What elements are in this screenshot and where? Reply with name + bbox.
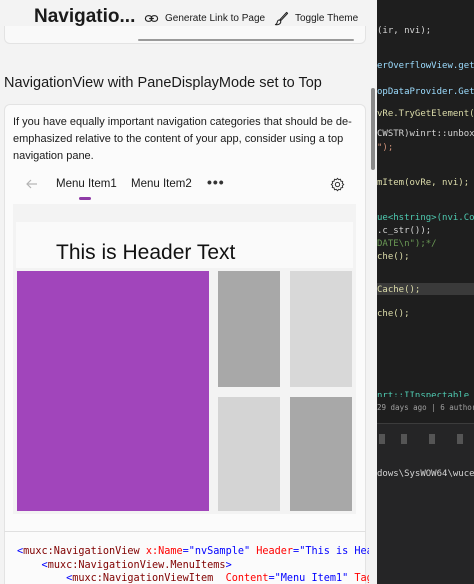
nav-menu-item-2[interactable]: Menu Item2	[131, 178, 192, 190]
code-divider	[4, 531, 366, 532]
nav-menu-item-1[interactable]: Menu Item1	[56, 178, 117, 190]
xaml-code-sample: <muxc:NavigationView x:Name="nvSample" H…	[17, 545, 377, 584]
editor-line: ue<hstring>(nvi.Con	[377, 213, 474, 223]
purple-content-block	[17, 271, 209, 511]
generate-link-label: Generate Link to Page	[165, 12, 266, 24]
toggle-theme-label: Toggle Theme	[295, 12, 359, 24]
gray-content-block-2	[290, 271, 352, 387]
panel-tab-mark	[457, 434, 463, 444]
code-line-1: <muxc:NavigationView x:Name="nvSample" H…	[17, 546, 377, 557]
editor-line: opDataProvider.GetI	[377, 87, 474, 97]
editor-line: CWSTR)winrt::unbox_	[377, 129, 474, 139]
settings-gear-icon[interactable]	[330, 177, 345, 192]
editor-line: che();	[377, 309, 410, 319]
editor-line: (ir, nvi);	[377, 26, 432, 36]
section-title: NavigationView with PaneDisplayMode set …	[4, 75, 322, 91]
editor-output-panel	[377, 423, 474, 584]
toggle-theme-button[interactable]: Toggle Theme	[274, 9, 358, 27]
top-card-scroll-indicator	[138, 39, 354, 41]
back-arrow-icon[interactable]	[23, 175, 41, 193]
editor-line: erOverflowView.get()	[377, 61, 474, 71]
editor-line: vRe.TryGetElement(	[377, 109, 474, 119]
editor-output-line: dows\SysWOW64\wuce-	[377, 469, 474, 479]
section-description: If you have equally important navigation…	[13, 116, 352, 162]
code-line-3: <muxc:NavigationViewItem Content="Menu I…	[66, 573, 377, 584]
editor-line: ");	[377, 143, 394, 153]
editor-codelens[interactable]: 29 days ago | 6 authors, 25	[377, 403, 474, 412]
editor-line: .c_str());	[377, 226, 432, 236]
page-title: Navigatio...	[34, 6, 136, 27]
gray-content-block-4	[290, 397, 352, 511]
page-scrollbar-thumb[interactable]	[371, 88, 375, 170]
gray-content-block-3	[218, 397, 280, 511]
app-window: Navigatio... Generate Link to Page Toggl…	[0, 0, 377, 584]
content-header-text: This is Header Text	[56, 241, 236, 264]
gray-content-block-1	[218, 271, 280, 387]
panel-tab-mark	[429, 434, 435, 444]
brush-icon	[274, 11, 289, 25]
generate-link-button[interactable]: Generate Link to Page	[144, 9, 265, 27]
panel-tab-mark	[379, 434, 385, 444]
top-card	[4, 26, 366, 44]
editor-line: Cache();	[377, 285, 421, 295]
selection-indicator	[79, 197, 91, 200]
editor-line: mItem(ovRe, nvi);	[377, 178, 470, 188]
more-menu-button[interactable]: •••	[207, 174, 225, 190]
panel-tab-mark	[401, 434, 407, 444]
background-code-editor: (ir, nvi); erOverflowView.get() opDataPr…	[377, 0, 474, 584]
code-line-2: <muxc:NavigationView.MenuItems>	[41, 559, 232, 571]
editor-line: DATE\n");*/	[377, 239, 437, 249]
top-navigation-pane: Menu Item1 Menu Item2 •••	[13, 170, 356, 202]
editor-line: che();	[377, 252, 410, 262]
link-icon	[144, 14, 159, 22]
